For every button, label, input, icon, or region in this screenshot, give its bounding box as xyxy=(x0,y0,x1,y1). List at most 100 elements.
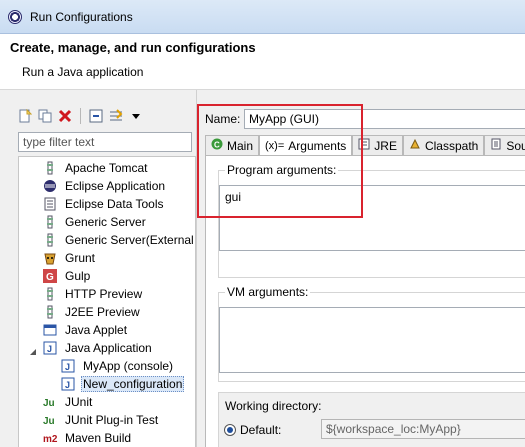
name-field[interactable]: MyApp (GUI) xyxy=(244,109,525,129)
program-arguments-label: Program arguments: xyxy=(225,163,339,177)
delete-icon[interactable] xyxy=(56,107,74,125)
tree-item-junit-plugin-test[interactable]: Ju JUnit Plug-in Test xyxy=(43,411,160,429)
vm-arguments-group: VM arguments: xyxy=(218,285,525,382)
java-config-icon: J xyxy=(61,377,75,391)
arguments-tab-icon: (x)= xyxy=(265,140,285,152)
tree-item-gulp[interactable]: G Gulp xyxy=(43,267,92,285)
java-config-icon: J xyxy=(61,359,75,373)
vm-arguments-field[interactable] xyxy=(219,307,525,373)
svg-text:G: G xyxy=(46,272,54,283)
tree-item-label: Generic Server(External l xyxy=(65,233,196,247)
main-tab-icon: C xyxy=(211,138,223,153)
title-bar: Run Configurations xyxy=(0,0,525,34)
tree-item-label: Gulp xyxy=(65,269,91,283)
duplicate-icon[interactable] xyxy=(36,107,54,125)
filter-box[interactable] xyxy=(18,132,192,152)
tomcat-icon xyxy=(43,161,57,175)
program-arguments-value: gui xyxy=(225,190,242,204)
tree-item-http-preview[interactable]: HTTP Preview xyxy=(43,285,144,303)
dialog-header: Create, manage, and run configurations R… xyxy=(0,34,525,90)
filter-input[interactable] xyxy=(19,133,191,151)
new-launch-config-icon[interactable] xyxy=(16,107,34,125)
window-title: Run Configurations xyxy=(30,10,133,24)
server-icon xyxy=(43,233,57,247)
working-directory-group: Working directory: Default: ${workspace_… xyxy=(218,392,525,447)
java-app-icon: J xyxy=(43,341,57,355)
svg-text:J: J xyxy=(65,380,70,390)
tree-item-label: JUnit xyxy=(65,395,93,409)
tree-item-label: MyApp (console) xyxy=(83,359,174,373)
gulp-icon: G xyxy=(43,269,57,283)
default-radio[interactable] xyxy=(224,424,236,436)
default-label: Default: xyxy=(240,423,282,437)
tree-item-apache-tomcat[interactable]: Apache Tomcat xyxy=(43,159,150,177)
tab-source[interactable]: Sou xyxy=(484,135,525,155)
tree-item-j2ee-preview[interactable]: J2EE Preview xyxy=(43,303,142,321)
tree-item-label: HTTP Preview xyxy=(65,287,143,301)
jre-tab-icon xyxy=(358,138,370,153)
tree-item-maven-build[interactable]: m2 Maven Build xyxy=(43,429,133,447)
collapse-all-icon[interactable] xyxy=(87,107,105,125)
tree-item-java-application[interactable]: J Java Application xyxy=(43,339,154,357)
svg-text:J: J xyxy=(65,362,70,372)
tree-item-label: Maven Build xyxy=(65,431,132,445)
left-toolbar xyxy=(16,106,145,126)
tab-label: Main xyxy=(227,138,254,153)
editor-tabs: C Main (x)= Arguments JRE Classpath Sou xyxy=(205,135,525,156)
junit-icon: Ju xyxy=(43,395,57,409)
server-icon xyxy=(43,305,57,319)
tree-item-grunt[interactable]: Grunt xyxy=(43,249,97,267)
filter-icon[interactable] xyxy=(107,107,125,125)
tab-classpath[interactable]: Classpath xyxy=(402,135,485,155)
tab-label: JRE xyxy=(374,138,397,153)
tree-item-junit[interactable]: Ju JUnit xyxy=(43,393,94,411)
tree-item-label: Generic Server xyxy=(65,215,146,229)
working-directory-field: ${workspace_loc:MyApp} xyxy=(321,419,525,439)
tree-item-generic-server[interactable]: Generic Server xyxy=(43,213,148,231)
tree-item-label: Eclipse Application xyxy=(65,179,166,193)
header-title: Create, manage, and run configurations xyxy=(10,40,256,55)
server-icon xyxy=(43,287,57,301)
tree-item-myapp-console[interactable]: J MyApp (console) xyxy=(61,357,175,375)
eclipse-icon xyxy=(43,179,57,193)
maven-icon: m2 xyxy=(43,431,58,445)
server-icon xyxy=(43,215,57,229)
tab-label: Sou xyxy=(506,138,525,153)
dropdown-arrow-icon[interactable] xyxy=(127,107,145,125)
tree-item-label: Apache Tomcat xyxy=(65,161,148,175)
program-arguments-group: Program arguments: gui xyxy=(218,163,525,278)
svg-text:Ju: Ju xyxy=(43,416,55,427)
source-tab-icon xyxy=(490,138,502,153)
vm-arguments-label: VM arguments: xyxy=(225,285,311,299)
tab-main[interactable]: C Main xyxy=(205,135,260,155)
junit-icon: Ju xyxy=(43,413,57,427)
expand-arrow-icon[interactable] xyxy=(29,345,37,355)
eclipse-app-icon xyxy=(8,10,22,24)
toolbar-separator xyxy=(80,108,81,124)
tab-arguments[interactable]: (x)= Arguments xyxy=(259,135,353,156)
tree-item-java-applet[interactable]: Java Applet xyxy=(43,321,129,339)
tree-item-label: Grunt xyxy=(65,251,96,265)
grunt-icon xyxy=(43,251,57,265)
tree-item-label: New_configuration xyxy=(81,376,185,392)
tree-item-label: Eclipse Data Tools xyxy=(65,197,164,211)
svg-text:C: C xyxy=(214,141,220,150)
program-arguments-field[interactable]: gui xyxy=(219,185,525,251)
configuration-tree[interactable]: Apache Tomcat Eclipse Application Eclips… xyxy=(18,156,196,447)
header-subtitle: Run a Java application xyxy=(22,65,144,79)
svg-text:m2: m2 xyxy=(43,434,58,445)
svg-text:J: J xyxy=(47,344,52,354)
tree-item-eclipse-application[interactable]: Eclipse Application xyxy=(43,177,167,195)
tab-jre[interactable]: JRE xyxy=(352,135,403,155)
svg-text:Ju: Ju xyxy=(43,398,55,409)
classpath-tab-icon xyxy=(409,138,421,153)
tree-item-eclipse-data-tools[interactable]: Eclipse Data Tools xyxy=(43,195,166,213)
tree-item-generic-server-external[interactable]: Generic Server(External l xyxy=(43,231,196,249)
tree-item-label: J2EE Preview xyxy=(65,305,140,319)
tree-item-label: Java Applet xyxy=(65,323,128,337)
tab-label: Classpath xyxy=(424,138,479,153)
data-tools-icon xyxy=(43,197,57,211)
tree-item-new-configuration[interactable]: J New_configuration xyxy=(61,375,185,393)
applet-icon xyxy=(43,323,57,337)
working-directory-label: Working directory: xyxy=(225,399,322,413)
